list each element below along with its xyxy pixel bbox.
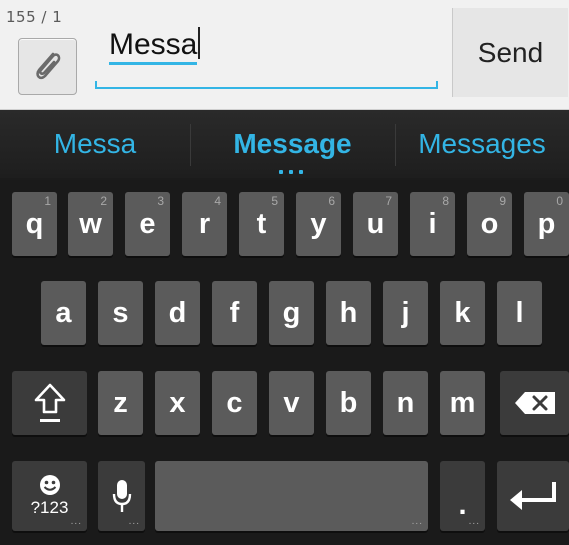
suggestion-message[interactable]: Message [190, 110, 395, 178]
text-cursor [198, 27, 201, 59]
character-counter: 155 / 1 [6, 8, 63, 26]
smiley-icon [39, 475, 60, 495]
suggestion-messa[interactable]: Messa [0, 110, 190, 178]
symbols-key[interactable]: ?123 ... [12, 461, 87, 531]
key-s[interactable]: s [98, 281, 143, 345]
enter-key[interactable] [497, 461, 569, 531]
attach-button[interactable] [18, 38, 77, 95]
key-e[interactable]: 3e [125, 192, 170, 256]
key-i[interactable]: 8i [410, 192, 455, 256]
key-w[interactable]: 2w [68, 192, 113, 256]
key-t[interactable]: 5t [239, 192, 284, 256]
key-k[interactable]: k [440, 281, 485, 345]
key-o[interactable]: 9o [467, 192, 512, 256]
key-a[interactable]: a [41, 281, 86, 345]
key-b[interactable]: b [326, 371, 371, 435]
voice-input-key[interactable]: ... [98, 461, 145, 531]
key-x[interactable]: x [155, 371, 200, 435]
key-n[interactable]: n [383, 371, 428, 435]
key-j[interactable]: j [383, 281, 428, 345]
key-m[interactable]: m [440, 371, 485, 435]
soft-keyboard: 1q 2w 3e 4r 5t 6y 7u 8i 9o 0p a s d f g … [0, 180, 569, 545]
key-p[interactable]: 0p [524, 192, 569, 256]
paperclip-icon [36, 52, 61, 80]
key-f[interactable]: f [212, 281, 257, 345]
shift-arrow-icon [34, 383, 65, 422]
send-button[interactable]: Send [452, 8, 568, 97]
key-l[interactable]: l [497, 281, 542, 345]
enter-return-icon [510, 482, 556, 510]
key-u[interactable]: 7u [353, 192, 398, 256]
suggestion-messages[interactable]: Messages [395, 110, 569, 178]
key-q[interactable]: 1q [12, 192, 57, 256]
backspace-icon [514, 392, 555, 414]
key-r[interactable]: 4r [182, 192, 227, 256]
key-z[interactable]: z [98, 371, 143, 435]
compose-bar: 155 / 1 Messa Send [0, 0, 569, 110]
spacebar-key[interactable]: ... [155, 461, 428, 531]
backspace-key[interactable] [500, 371, 569, 435]
key-c[interactable]: c [212, 371, 257, 435]
shift-key[interactable] [12, 371, 87, 435]
message-input[interactable]: Messa [95, 22, 438, 92]
suggestion-strip: Messa Message Messages [0, 110, 569, 178]
composing-text: Messa [109, 28, 198, 65]
key-h[interactable]: h [326, 281, 371, 345]
more-suggestions-indicator [279, 170, 303, 174]
microphone-icon [112, 480, 131, 512]
key-v[interactable]: v [269, 371, 314, 435]
key-d[interactable]: d [155, 281, 200, 345]
key-g[interactable]: g [269, 281, 314, 345]
period-key[interactable]: . ... [440, 461, 485, 531]
key-y[interactable]: 6y [296, 192, 341, 256]
